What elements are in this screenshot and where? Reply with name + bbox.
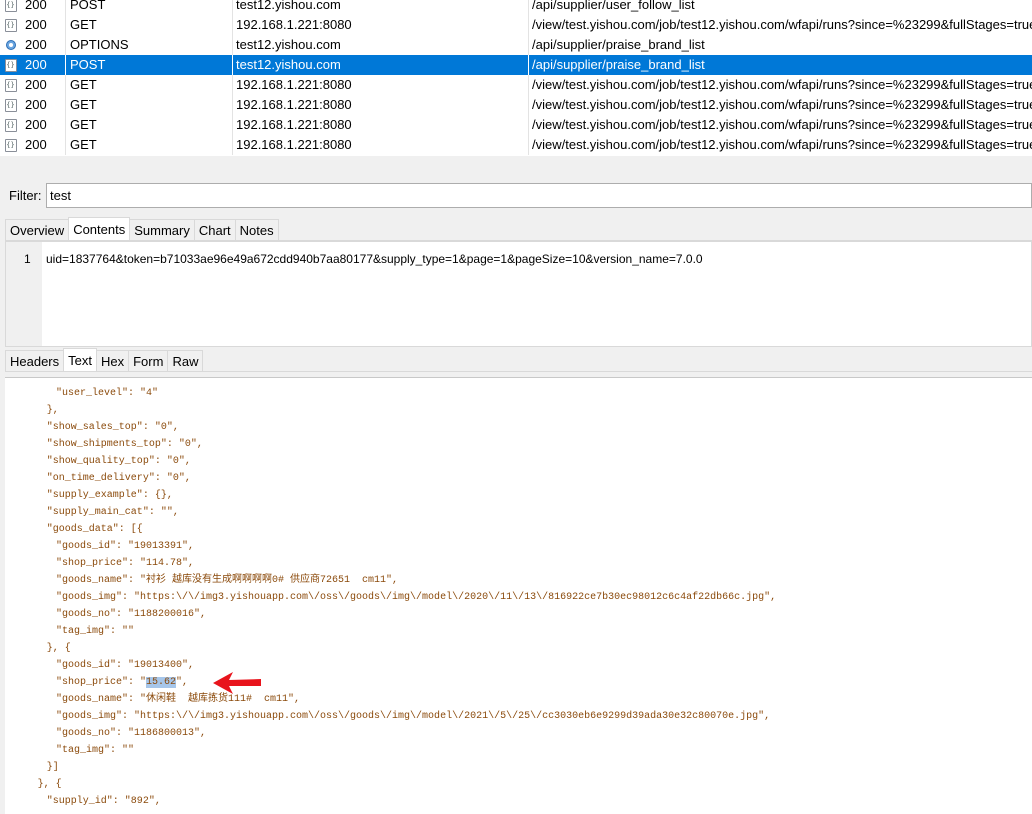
session-row[interactable]: {} 200 POST test12.yishou.com/api/supplier/… xyxy=(0,0,1032,15)
subtab-text[interactable]: Text xyxy=(63,348,97,371)
session-row[interactable]: {} 200 GET 192.168.1.221:8080/view/test.yis… xyxy=(0,75,1032,95)
session-method: POST xyxy=(66,0,233,15)
session-method: GET xyxy=(66,75,233,95)
json-document-icon: {} xyxy=(0,115,21,135)
session-url: /view/test.yishou.com/job/test12.yishou.… xyxy=(532,97,1032,112)
json-line: "shop_price": "15.62", xyxy=(56,674,188,691)
session-url: /view/test.yishou.com/job/test12.yishou.… xyxy=(532,77,1032,92)
session-url: /api/supplier/praise_brand_list xyxy=(532,37,705,52)
session-row[interactable]: {} 200 GET 192.168.1.221:8080/view/test.yis… xyxy=(0,95,1032,115)
session-url: /view/test.yishou.com/job/test12.yishou.… xyxy=(532,137,1032,152)
session-status: 200 xyxy=(21,0,66,15)
session-url: /view/test.yishou.com/job/test12.yishou.… xyxy=(532,117,1032,132)
json-document-icon: {} xyxy=(0,75,21,95)
json-line: "goods_name": "休闲鞋 越库拣货111# cm11", xyxy=(56,694,301,705)
session-method: GET xyxy=(66,135,233,155)
session-row[interactable]: 200 OPTIONS test12.yishou.com/api/supplier… xyxy=(0,35,1032,55)
request-body-editor[interactable]: 1 uid=1837764&token=b71033ae96e49a672cdd… xyxy=(5,241,1032,347)
json-line: "supply_main_cat": "", xyxy=(46,507,179,518)
session-row[interactable]: {} 200 GET 192.168.1.221:8080/view/test.yis… xyxy=(0,135,1032,155)
filter-bar: Filter: xyxy=(0,178,1032,214)
request-body-text[interactable]: uid=1837764&token=b71033ae96e49a672cdd94… xyxy=(46,252,703,266)
session-host: test12.yishou.com xyxy=(233,35,529,55)
red-arrow-annotation-icon xyxy=(213,672,261,694)
inspector-tabs: Overview Contents Summary Chart Notes xyxy=(5,217,1032,241)
subtab-raw[interactable]: Raw xyxy=(167,350,204,371)
session-url: /api/supplier/user_follow_list xyxy=(532,0,695,12)
tab-contents[interactable]: Contents xyxy=(68,217,131,240)
json-line: }] xyxy=(46,762,59,773)
json-line: "show_sales_top": "0", xyxy=(46,422,179,433)
session-host: 192.168.1.221:8080 xyxy=(233,75,529,95)
json-text-segment: ", xyxy=(176,677,189,688)
subtab-headers[interactable]: Headers xyxy=(5,350,65,371)
json-line: "supply_id": "892", xyxy=(46,796,161,807)
session-host: test12.yishou.com xyxy=(233,55,529,75)
filter-label: Filter: xyxy=(9,188,42,203)
session-list[interactable]: {} 200 POST test12.yishou.com/api/supplier/… xyxy=(0,0,1032,156)
session-status: 200 xyxy=(21,95,66,115)
filter-input[interactable] xyxy=(46,183,1032,208)
json-line: "supply_example": {}, xyxy=(46,490,173,501)
json-document-icon: {} xyxy=(0,95,21,115)
session-url: /view/test.yishou.com/job/test12.yishou.… xyxy=(532,17,1032,32)
session-status: 200 xyxy=(21,115,66,135)
json-line: "shop_price": "114.78", xyxy=(56,558,195,569)
json-line: "show_shipments_top": "0", xyxy=(46,439,203,450)
session-row[interactable]: {} 200 GET 192.168.1.221:8080/view/test.yis… xyxy=(0,115,1032,135)
session-status: 200 xyxy=(21,55,66,75)
json-line: "goods_img": "https:\/\/img3.yishouapp.c… xyxy=(56,711,771,722)
highlighted-price-value[interactable]: 15.62 xyxy=(146,677,177,688)
json-line: "on_time_delivery": "0", xyxy=(46,473,191,484)
json-line: "goods_name": "衬衫 越库没有生成啊啊啊啊0# 供应商72651 … xyxy=(56,575,399,586)
json-line: "tag_img": "" xyxy=(56,626,135,637)
session-row[interactable]: {} 200 POST test12.yishou.com/api/supplier/… xyxy=(0,55,1032,75)
tab-notes[interactable]: Notes xyxy=(234,219,279,240)
json-line: "goods_data": [{ xyxy=(46,524,143,535)
session-method: GET xyxy=(66,95,233,115)
session-method: GET xyxy=(66,115,233,135)
session-host: 192.168.1.221:8080 xyxy=(233,15,529,35)
json-line: "show_quality_top": "0", xyxy=(46,456,191,467)
json-line: }, xyxy=(46,405,59,416)
tab-overview[interactable]: Overview xyxy=(5,219,70,240)
session-host: 192.168.1.221:8080 xyxy=(233,95,529,115)
response-json-view[interactable]: "user_level": "4"}, "show_sales_top": "0"… xyxy=(5,377,1032,814)
session-status: 200 xyxy=(21,35,66,55)
json-line: "goods_id": "19013400", xyxy=(56,660,195,671)
line-number: 1 xyxy=(24,252,31,266)
json-document-icon: {} xyxy=(0,135,21,155)
options-request-icon xyxy=(0,35,21,55)
json-text-segment: "shop_price": " xyxy=(56,677,147,688)
session-status: 200 xyxy=(21,135,66,155)
session-url: /api/supplier/praise_brand_list xyxy=(532,57,705,72)
session-method: OPTIONS xyxy=(66,35,233,55)
json-line: "user_level": "4" xyxy=(56,388,159,399)
session-host: 192.168.1.221:8080 xyxy=(233,135,529,155)
json-line: "goods_img": "https:\/\/img3.yishouapp.c… xyxy=(56,592,777,603)
session-row[interactable]: {} 200 GET 192.168.1.221:8080/view/test.yis… xyxy=(0,15,1032,35)
subtab-hex[interactable]: Hex xyxy=(95,350,130,371)
json-line: "goods_no": "1186800013", xyxy=(56,728,207,739)
tab-chart[interactable]: Chart xyxy=(193,219,236,240)
json-line: "goods_no": "1188200016", xyxy=(56,609,207,620)
session-method: POST xyxy=(66,55,233,75)
response-tabs: Headers Text Hex Form Raw xyxy=(5,348,1032,372)
json-line: "goods_id": "19013391", xyxy=(56,541,195,552)
json-line: }, { xyxy=(46,643,71,654)
json-line: }, { xyxy=(37,779,62,790)
session-host: test12.yishou.com xyxy=(233,0,529,15)
json-document-icon: {} xyxy=(0,15,21,35)
tab-summary[interactable]: Summary xyxy=(129,219,195,240)
json-document-icon: {} xyxy=(0,55,21,75)
json-document-icon: {} xyxy=(0,0,21,15)
session-host: 192.168.1.221:8080 xyxy=(233,115,529,135)
session-status: 200 xyxy=(21,15,66,35)
subtab-form[interactable]: Form xyxy=(128,350,169,371)
json-line: "tag_img": "" xyxy=(56,745,135,756)
session-status: 200 xyxy=(21,75,66,95)
session-method: GET xyxy=(66,15,233,35)
